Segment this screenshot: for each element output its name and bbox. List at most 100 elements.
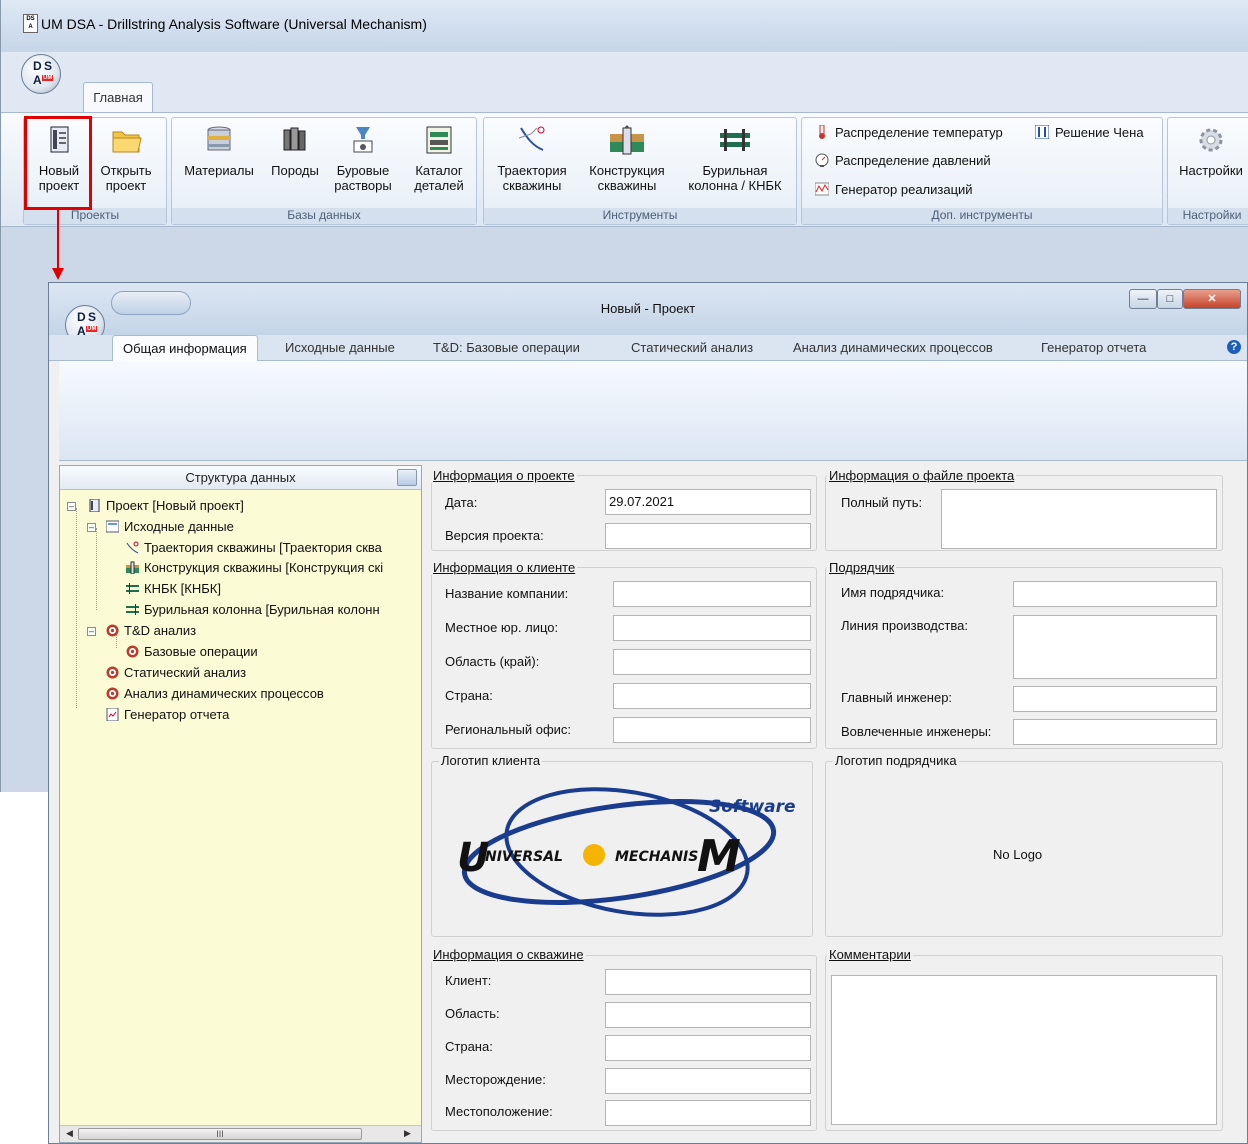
tree-item-dynamic-analysis[interactable]: Анализ динамических процессов: [106, 684, 324, 704]
region-field[interactable]: [613, 649, 811, 675]
help-icon[interactable]: ?: [1227, 340, 1241, 354]
no-logo-text: No Logo: [993, 847, 1043, 862]
open-project-label-2: проект: [105, 178, 147, 193]
temperature-distribution-button[interactable]: Распределение температур: [815, 125, 1003, 140]
tab-general-info[interactable]: Общая информация: [112, 335, 258, 361]
annotation-arrow-line: [57, 210, 59, 270]
tree-expander[interactable]: –: [67, 502, 76, 511]
rocks-icon: [283, 127, 306, 151]
scroll-left-arrow[interactable]: ◀: [66, 1128, 73, 1139]
tab-static-analysis[interactable]: Статический анализ: [621, 335, 763, 361]
ribbon-tab-main[interactable]: Главная: [83, 82, 153, 112]
scroll-right-arrow[interactable]: ▶: [404, 1128, 411, 1139]
logo-software-text: Software: [709, 797, 796, 817]
location-field[interactable]: [605, 1100, 811, 1126]
highlight-box: [24, 116, 92, 210]
pressure-distribution-button[interactable]: Распределение давлений: [815, 153, 991, 168]
tree-expander[interactable]: –: [87, 627, 96, 636]
tree-line: [96, 528, 97, 610]
tree-expander[interactable]: –: [87, 523, 96, 532]
tab-dynamic-analysis[interactable]: Анализ динамических процессов: [783, 335, 1003, 361]
close-button[interactable]: ✕: [1183, 289, 1241, 309]
rocks-button[interactable]: Породы: [265, 118, 325, 178]
open-project-button[interactable]: Открыть проект: [93, 118, 159, 193]
local-entity-field[interactable]: [613, 615, 811, 641]
company-name-field[interactable]: [613, 581, 811, 607]
parts-catalog-button[interactable]: Каталог деталей: [405, 118, 473, 193]
drillstring-icon: [720, 129, 750, 151]
tree-refresh-button[interactable]: [397, 469, 417, 486]
drilling-fluids-label-2: растворы: [334, 178, 392, 193]
drilling-fluids-button[interactable]: Буровые растворы: [329, 118, 397, 193]
well-construction-label-1: Конструкция: [589, 163, 665, 178]
chen-solution-button[interactable]: Решение Чена: [1035, 125, 1144, 140]
analysis-target-icon: [106, 624, 119, 637]
involved-engineers-field[interactable]: [1013, 719, 1217, 745]
drillstring-icon: [126, 583, 139, 594]
pressure-gauge-icon: [815, 153, 829, 167]
minimize-button[interactable]: —: [1129, 289, 1157, 309]
contractor-logo-legend: Логотип подрядчика: [833, 753, 959, 768]
local-entity-label: Местное юр. лицо:: [445, 620, 559, 635]
well-client-label: Клиент:: [445, 973, 492, 988]
project-version-field[interactable]: [605, 523, 811, 549]
chief-engineer-label: Главный инженер:: [841, 690, 953, 705]
company-name-label: Название компании:: [445, 586, 569, 601]
country-label: Страна:: [445, 688, 493, 703]
country-field[interactable]: [613, 683, 811, 709]
region-label: Область (край):: [445, 654, 540, 669]
scroll-thumb[interactable]: III: [78, 1128, 362, 1140]
tree-item-basic-operations[interactable]: Базовые операции: [126, 642, 258, 662]
project-window: Новый - Проект — □ ✕ D S A UM Общая инфо…: [48, 282, 1248, 1144]
tree-item-static-analysis[interactable]: Статический анализ: [106, 663, 246, 683]
tree-item-td-analysis[interactable]: T&D анализ: [106, 621, 196, 641]
tree-item-drillstring[interactable]: Бурильная колонна [Бурильная колонн: [126, 600, 380, 620]
tree-item-input-data[interactable]: Исходные данные: [106, 517, 234, 537]
catalog-icon: [426, 126, 452, 154]
settings-button[interactable]: Настройки: [1171, 118, 1248, 178]
tree-item-project[interactable]: Проект [Новый проект]: [88, 496, 244, 516]
tab-report-generator[interactable]: Генератор отчета: [1031, 335, 1156, 361]
maximize-button[interactable]: □: [1157, 289, 1183, 309]
tree-item-bha[interactable]: КНБК [КНБК]: [126, 579, 221, 599]
tab-td-basic-operations[interactable]: T&D: Базовые операции: [423, 335, 590, 361]
well-country-field[interactable]: [605, 1035, 811, 1061]
trajectory-icon: [518, 126, 545, 151]
main-window-title: UM DSA - Drillstring Analysis Software (…: [41, 16, 427, 32]
production-line-field[interactable]: [1013, 615, 1217, 679]
full-path-field[interactable]: [941, 489, 1217, 549]
field-deposit-field[interactable]: [605, 1068, 811, 1094]
tree-horizontal-scrollbar[interactable]: ◀ III ▶: [60, 1125, 421, 1142]
contractor-name-field[interactable]: [1013, 581, 1217, 607]
realization-generator-label: Генератор реализаций: [835, 182, 973, 197]
materials-button[interactable]: Материалы: [177, 118, 261, 178]
trajectory-icon: [126, 541, 139, 554]
contractor-name-label: Имя подрядчика:: [841, 585, 945, 600]
tree-item-trajectory[interactable]: Траектория скважины [Траектория сква: [126, 538, 382, 558]
well-trajectory-button[interactable]: Траектория скважины: [489, 118, 575, 193]
realization-generator-button[interactable]: Генератор реализаций: [815, 182, 973, 197]
open-folder-icon: [112, 131, 142, 153]
location-label: Местоположение:: [445, 1104, 553, 1119]
well-construction-button[interactable]: Конструкция скважины: [579, 118, 675, 193]
tab-input-data[interactable]: Исходные данные: [275, 335, 405, 361]
comments-field[interactable]: [831, 975, 1217, 1125]
project-tab-strip: Общая информация Исходные данные T&D: Ба…: [49, 335, 1247, 361]
well-region-label: Область:: [445, 1006, 500, 1021]
thermometer-icon: [819, 125, 825, 139]
tree-header: Структура данных: [60, 466, 421, 490]
tree-item-report-generator[interactable]: Генератор отчета: [106, 705, 229, 725]
analysis-target-icon: [106, 687, 119, 700]
drillstring-bha-button[interactable]: Бурильная колонна / КНБК: [679, 118, 791, 193]
tree-item-label: Бурильная колонна [Бурильная колонн: [144, 602, 380, 617]
date-field[interactable]: 29.07.2021: [605, 489, 811, 515]
project-node-icon: [89, 499, 100, 512]
well-client-field[interactable]: [605, 969, 811, 995]
chief-engineer-field[interactable]: [1013, 686, 1217, 712]
well-region-field[interactable]: [605, 1002, 811, 1028]
drillstring-bha-label-1: Бурильная: [702, 163, 768, 178]
regional-office-field[interactable]: [613, 717, 811, 743]
application-orb-button[interactable]: D S A UM: [21, 54, 61, 94]
tree-item-label: Анализ динамических процессов: [124, 686, 324, 701]
tree-item-well-construction[interactable]: Конструкция скважины [Конструкция скі: [126, 558, 383, 578]
